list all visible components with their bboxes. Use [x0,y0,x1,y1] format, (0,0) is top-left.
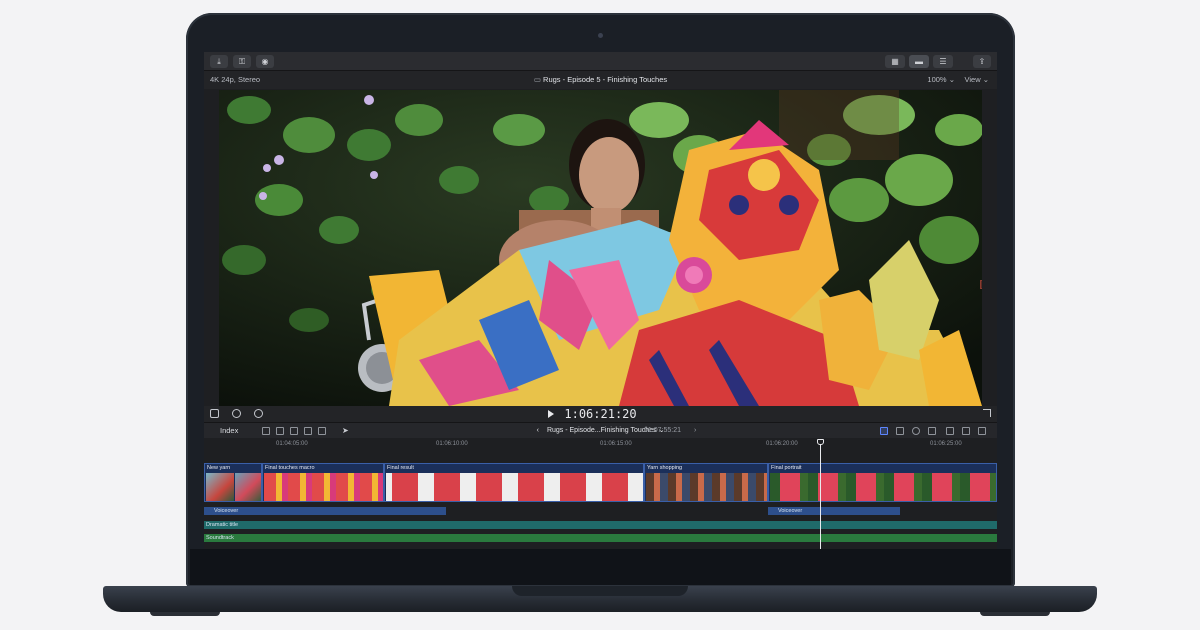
laptop-notch [512,586,688,596]
clip-label: Final portrait [771,465,802,471]
view-label: View [964,75,981,84]
ruler-tick: 01:06:20:00 [766,441,798,447]
clip-thumbnail [646,473,767,501]
headphones-icon[interactable] [912,427,920,435]
clip-badge [980,280,982,289]
grid-icon[interactable]: ▦ [885,55,905,68]
camera-icon [598,33,603,38]
clip-thumbnail [770,473,996,501]
playhead-handle[interactable] [817,439,824,445]
clip-label: Final result [387,465,414,471]
timeline-title[interactable]: ‹ Rugs - Episode...Finishing Touches ⌄ [204,423,997,439]
audio-clip-dramatic-title[interactable]: Dramatic title [204,521,997,529]
audio-skimming-icon[interactable] [896,427,904,435]
laptop-foot [150,612,220,616]
audio-clip-soundtrack[interactable]: Soundtrack [204,534,997,542]
skimming-icon[interactable] [880,427,888,435]
inspector-icon[interactable]: ☰ [933,55,953,68]
clip-thumbnail [386,473,643,501]
fullscreen-icon[interactable] [983,409,991,417]
view-menu[interactable]: View ⌄ [964,71,989,89]
ruler-tick: 01:06:10:00 [436,441,468,447]
ruler-tick: 01:06:25:00 [930,441,962,447]
timeline-header: Index ➤ ‹ Rugs - Episode...Finishing Touc… [204,422,997,438]
snapping-icon[interactable] [928,427,936,435]
timeline-ruler[interactable]: 01:04:05:00 01:06:10:00 01:06:15:00 01:0… [204,438,997,452]
clip-label: Yarn shopping [647,465,683,471]
key-icon[interactable]: ⚿ [233,55,251,68]
ruler-tick: 01:06:15:00 [600,441,632,447]
timeline-clip-yarn-shopping[interactable]: Yarn shopping [644,463,768,502]
video-viewer[interactable] [219,90,982,406]
clip-thumbnail [264,473,383,501]
effects-browser-icon[interactable] [962,427,970,435]
audio-clip-voiceover[interactable]: Voiceover [204,507,446,515]
audio-clip-voiceover[interactable]: Voiceover [768,507,900,515]
zoom-value: 100% [927,75,947,84]
chevron-down-icon: ⌄ [948,75,955,84]
clip-thumbnail [235,473,261,501]
film-icon: ▭ [533,75,544,84]
clip-label: New yarn [207,465,231,471]
viewer-title-text: Rugs - Episode 5 - Finishing Touches [543,75,668,84]
timeline-clip-new-yarn[interactable]: New yarn [204,463,262,502]
clip-label: Final touches macro [265,465,315,471]
viewer-title: ▭ Rugs - Episode 5 - Finishing Touches [204,71,997,89]
share-icon[interactable]: ⇪ [973,55,991,68]
chevron-left-icon[interactable]: ‹ [537,427,539,434]
timeline-clip-final-result[interactable]: Final result [384,463,644,502]
chevron-down-icon: ⌄ [982,75,989,84]
laptop-foot [980,612,1050,616]
filmstrip-icon[interactable]: ▬ [909,55,929,68]
video-frame [219,90,982,406]
clip-appearance-icon[interactable] [946,427,954,435]
zoom-menu[interactable]: 100% ⌄ [927,71,955,89]
check-circle-icon[interactable]: ◉ [256,55,274,68]
download-arrow-icon[interactable]: ⤓ [210,55,228,68]
project-title: Rugs - Episode...Finishing Touches [546,427,657,434]
screen-bezel [190,549,1011,585]
toolbar: ⤓ ⚿ ◉ ▦ ▬ ☰ ⇪ [204,52,997,71]
ruler-tick: 01:04:05:00 [276,441,308,447]
timecode-display[interactable]: 1:06:21:20 [204,407,997,421]
timeline-clip-final-portrait[interactable]: Final portrait [768,463,997,502]
timeline-clip-final-touches-macro[interactable]: Final touches macro [262,463,384,502]
transitions-browser-icon[interactable] [978,427,986,435]
transport-bar: 1:06:21:20 [204,406,997,422]
playhead[interactable] [820,440,821,549]
chevron-right-icon[interactable]: › [694,423,696,439]
viewer-info-bar: 4K 24p, Stereo ▭ Rugs - Episode 5 - Fini… [204,71,997,89]
clip-thumbnail [206,473,234,501]
project-duration: 01:07:55:21 [644,427,681,434]
app-window: ⤓ ⚿ ◉ ▦ ▬ ☰ ⇪ 4K 24p, Stereo ▭ Rugs - Ep… [204,52,997,549]
